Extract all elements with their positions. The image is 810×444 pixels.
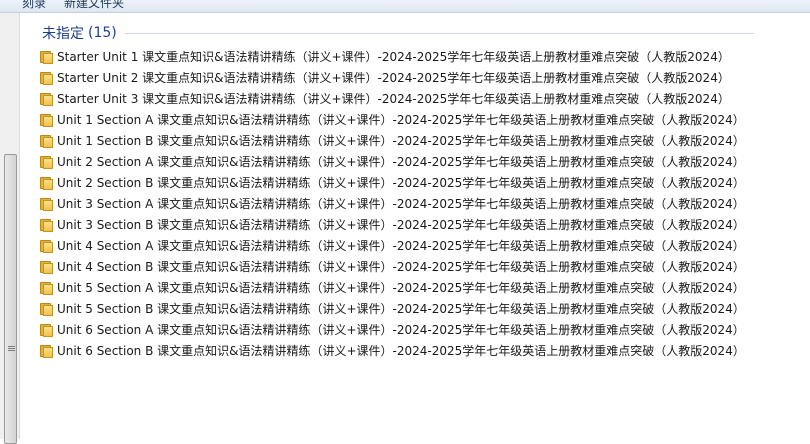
vertical-scrollbar[interactable] [0,13,20,444]
folder-item-label: Unit 4 Section A 课文重点知识&语法精讲精练（讲义+课件）-20… [57,239,745,253]
folder-item[interactable]: Unit 1 Section A 课文重点知识&语法精讲精练（讲义+课件）-20… [40,109,745,130]
folder-item[interactable]: Unit 6 Section B 课文重点知识&语法精讲精练（讲义+课件）-20… [40,340,745,361]
folder-item[interactable]: Unit 6 Section A 课文重点知识&语法精讲精练（讲义+课件）-20… [40,319,745,340]
folder-icon [40,218,53,232]
folder-item-label: Unit 2 Section A 课文重点知识&语法精讲精练（讲义+课件）-20… [57,155,745,169]
folder-item[interactable]: Unit 3 Section A 课文重点知识&语法精讲精练（讲义+课件）-20… [40,193,745,214]
folder-icon [40,302,53,316]
folder-icon [40,323,53,337]
folder-item[interactable]: Unit 5 Section A 课文重点知识&语法精讲精练（讲义+课件）-20… [40,277,745,298]
new-folder-button[interactable]: 新建文件夹 [64,0,124,11]
folder-item[interactable]: Unit 3 Section B 课文重点知识&语法精讲精练（讲义+课件）-20… [40,214,745,235]
folder-item[interactable]: Unit 5 Section B 课文重点知识&语法精讲精练（讲义+课件）-20… [40,298,745,319]
folder-item-label: Unit 1 Section B 课文重点知识&语法精讲精练（讲义+课件）-20… [57,134,745,148]
folder-icon [40,176,53,190]
folder-item[interactable]: Starter Unit 2 课文重点知识&语法精讲精练（讲义+课件）-2024… [40,67,745,88]
folder-item-label: Unit 6 Section B 课文重点知识&语法精讲精练（讲义+课件）-20… [57,344,745,358]
file-list-pane: 未指定 (15) Starter Unit 1 课文重点知识&语法精讲精练（讲义… [20,13,810,439]
scrollbar-thumb[interactable] [4,154,17,444]
folder-icon [40,71,53,85]
folder-item[interactable]: Unit 4 Section A 课文重点知识&语法精讲精练（讲义+课件）-20… [40,235,745,256]
folder-item[interactable]: Starter Unit 1 课文重点知识&语法精讲精练（讲义+课件）-2024… [40,46,745,67]
folder-icon [40,92,53,106]
folder-icon [40,260,53,274]
group-header[interactable]: 未指定 (15) [42,23,754,43]
folder-item-label: Unit 1 Section A 课文重点知识&语法精讲精练（讲义+课件）-20… [57,113,745,127]
folder-item-label: Unit 6 Section A 课文重点知识&语法精讲精练（讲义+课件）-20… [57,323,745,337]
folder-icon [40,281,53,295]
folder-item-label: Starter Unit 3 课文重点知识&语法精讲精练（讲义+课件）-2024… [57,92,730,106]
folder-list: Starter Unit 1 课文重点知识&语法精讲精练（讲义+课件）-2024… [40,46,745,361]
folder-item-label: Unit 3 Section A 课文重点知识&语法精讲精练（讲义+课件）-20… [57,197,745,211]
group-title: 未指定 [42,26,84,42]
folder-item-label: Unit 5 Section A 课文重点知识&语法精讲精练（讲义+课件）-20… [57,281,745,295]
folder-item-label: Unit 5 Section B 课文重点知识&语法精讲精练（讲义+课件）-20… [57,302,745,316]
folder-icon [40,155,53,169]
folder-item[interactable]: Unit 1 Section B 课文重点知识&语法精讲精练（讲义+课件）-20… [40,130,745,151]
folder-item[interactable]: Starter Unit 3 课文重点知识&语法精讲精练（讲义+课件）-2024… [40,88,745,109]
folder-item-label: Unit 4 Section B 课文重点知识&语法精讲精练（讲义+课件）-20… [57,260,745,274]
command-bar: 刻录 新建文件夹 [0,0,810,13]
folder-item[interactable]: Unit 2 Section A 课文重点知识&语法精讲精练（讲义+课件）-20… [40,151,745,172]
folder-icon [40,239,53,253]
folder-item[interactable]: Unit 2 Section B 课文重点知识&语法精讲精练（讲义+课件）-20… [40,172,745,193]
burn-button[interactable]: 刻录 [22,0,46,11]
folder-item[interactable]: Unit 4 Section B 课文重点知识&语法精讲精练（讲义+课件）-20… [40,256,745,277]
folder-icon [40,113,53,127]
folder-item-label: Unit 2 Section B 课文重点知识&语法精讲精练（讲义+课件）-20… [57,176,745,190]
scrollbar-grip-icon [8,346,15,352]
folder-item-label: Starter Unit 1 课文重点知识&语法精讲精练（讲义+课件）-2024… [57,50,730,64]
folder-icon [40,134,53,148]
folder-icon [40,50,53,64]
folder-icon [40,344,53,358]
group-count: (15) [88,25,117,41]
folder-icon [40,197,53,211]
group-divider [124,32,754,34]
folder-item-label: Starter Unit 2 课文重点知识&语法精讲精练（讲义+课件）-2024… [57,71,730,85]
folder-item-label: Unit 3 Section B 课文重点知识&语法精讲精练（讲义+课件）-20… [57,218,745,232]
